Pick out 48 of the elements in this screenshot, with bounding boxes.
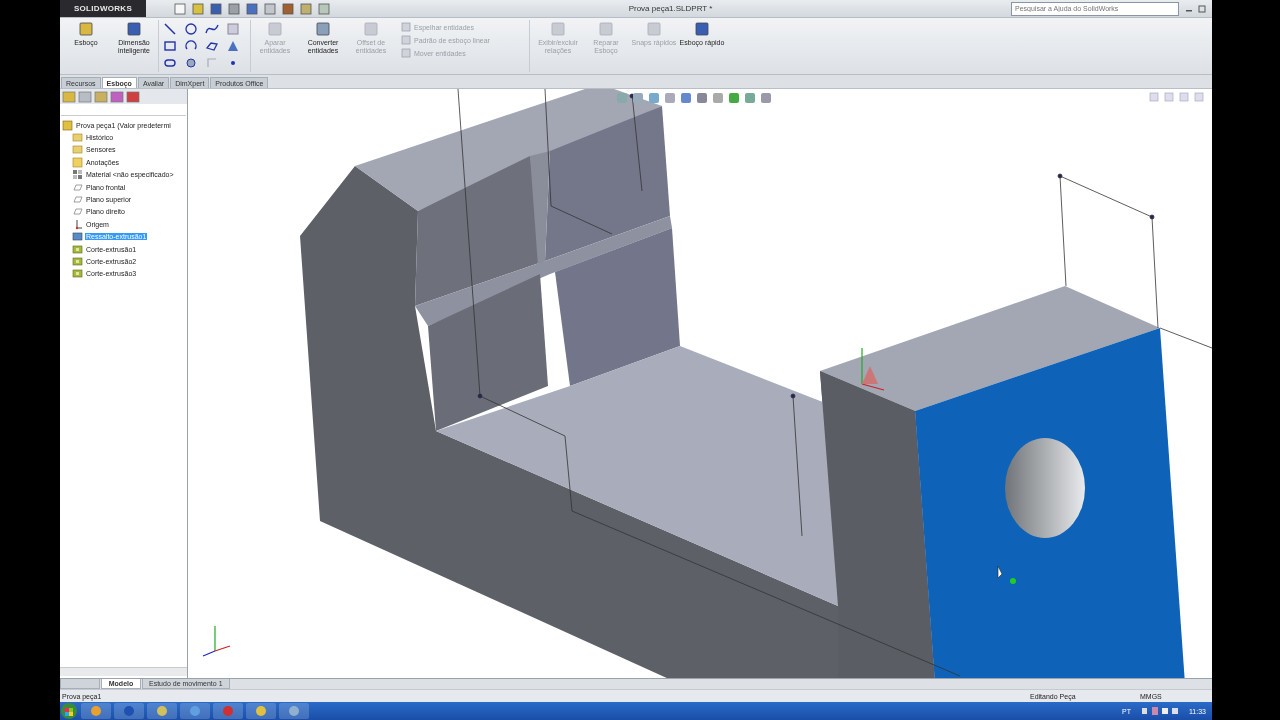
triangle-icon[interactable]: [226, 39, 240, 53]
taskbar-app[interactable]: [279, 703, 309, 719]
cursor-icon: [997, 565, 1016, 584]
cut-extrude-icon: [72, 268, 83, 280]
circle-tool-icon[interactable]: [184, 22, 198, 36]
sketch-tool-icon: [267, 21, 283, 37]
sketch-tool-icon: [363, 21, 379, 37]
polygon-tool-icon[interactable]: [205, 39, 219, 53]
sketch-tool-icon: [78, 21, 94, 37]
line-tool-icon[interactable]: [163, 22, 177, 36]
fillet-tool-icon[interactable]: [184, 56, 198, 70]
folder-icon: [72, 144, 83, 156]
sketch-tool-icon: [694, 21, 710, 37]
taskbar-app[interactable]: [180, 703, 210, 719]
reference-triad-icon: [861, 347, 885, 391]
taskbar-app[interactable]: [147, 703, 177, 719]
taskbar-app[interactable]: [81, 703, 111, 719]
app-icon: [288, 705, 300, 717]
app-icon: [189, 705, 201, 717]
rectangle-tool-icon[interactable]: [163, 39, 177, 53]
window-title: Prova peça1.SLDPRT *: [627, 4, 714, 13]
folder-icon: [72, 132, 83, 144]
app-icon: [90, 705, 102, 717]
axis-triad-icon: [202, 625, 231, 657]
sketch-tool-icon: [550, 21, 566, 37]
plane-icon: [72, 181, 83, 193]
app-icon: [123, 705, 135, 717]
tray-icon[interactable]: [1140, 706, 1180, 716]
plane-icon: [72, 206, 83, 218]
sketch-tool-icon: [598, 21, 614, 37]
material-icon: [72, 169, 83, 181]
taskbar-app[interactable]: [246, 703, 276, 719]
sketch-tool-icon: [126, 21, 142, 37]
cut-extrude-icon: [72, 243, 83, 255]
start-button-icon[interactable]: [60, 702, 78, 720]
taskbar-app[interactable]: [114, 703, 144, 719]
sketch-tool-icon: [646, 21, 662, 37]
slot-tool-icon[interactable]: [163, 56, 177, 70]
app-logo: SOLIDWORKS: [60, 0, 146, 17]
app-icon: [156, 705, 168, 717]
spline-tool-icon[interactable]: [205, 22, 219, 36]
cut-extrude-icon: [72, 256, 83, 267]
app-icon: [255, 705, 267, 717]
app-icon: [222, 705, 234, 717]
sketch-tool-icon: [315, 21, 331, 37]
extrude-icon: [72, 231, 83, 243]
scrollbar[interactable]: [60, 667, 187, 676]
plane-icon: [72, 194, 83, 206]
